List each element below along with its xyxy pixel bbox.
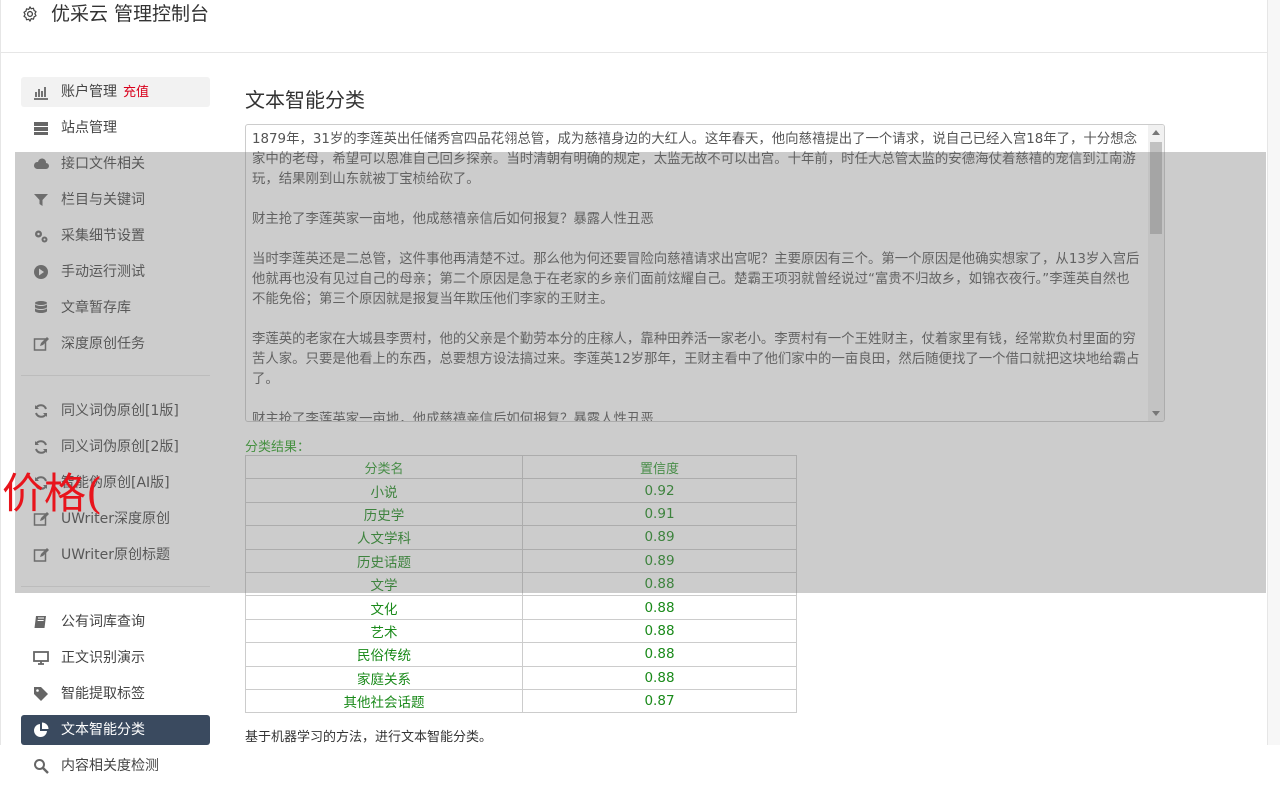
table-row: 民俗传统 0.88 <box>245 642 797 667</box>
confidence-cell: 0.88 <box>522 642 797 667</box>
gray-overlay <box>15 152 1266 593</box>
overlay-red-text: 价格( <box>2 469 103 518</box>
sidebar-item-label: 智能提取标签 <box>61 686 145 702</box>
sidebar-item-label: 内容相关度检测 <box>61 758 159 774</box>
server-icon <box>34 122 48 135</box>
category-cell: 家庭关系 <box>245 665 523 690</box>
sidebar-item-relevance-check[interactable]: 内容相关度检测 <box>21 751 210 781</box>
app-title: 优采云 管理控制台 <box>51 3 210 25</box>
confidence-cell: 0.88 <box>522 595 797 620</box>
top-header: 优采云 管理控制台 <box>0 0 1268 53</box>
sidebar-item-text-classify[interactable]: 文本智能分类 <box>21 715 210 745</box>
sidebar-item-label: 文本智能分类 <box>61 722 145 738</box>
confidence-cell: 0.87 <box>522 688 797 714</box>
category-cell: 其他社会话题 <box>245 688 523 714</box>
category-cell: 艺术 <box>245 618 523 644</box>
table-row: 其他社会话题 0.87 <box>245 688 797 714</box>
sidebar-item-public-lexicon[interactable]: 公有词库查询 <box>21 607 210 637</box>
table-row: 家庭关系 0.88 <box>245 665 797 690</box>
sidebar-item-account[interactable]: 账户管理 充值 <box>21 77 210 107</box>
recharge-link[interactable]: 充值 <box>123 85 149 100</box>
sidebar-item-label: 站点管理 <box>61 120 117 136</box>
scroll-up-arrow-icon[interactable] <box>1152 130 1160 135</box>
category-cell: 文化 <box>245 595 523 620</box>
sidebar-item-sites[interactable]: 站点管理 <box>21 113 210 143</box>
category-cell: 民俗传统 <box>245 642 523 667</box>
search-icon <box>34 759 49 774</box>
table-row: 艺术 0.88 <box>245 618 797 644</box>
sidebar-item-label: 账户管理 <box>61 84 117 100</box>
sidebar-item-body-recognition[interactable]: 正文识别演示 <box>21 643 210 673</box>
sidebar-item-extract-tags[interactable]: 智能提取标签 <box>21 679 210 709</box>
monitor-icon <box>33 651 49 665</box>
gear-icon[interactable] <box>21 5 39 23</box>
book-icon <box>34 616 46 628</box>
sidebar-item-label: 正文识别演示 <box>61 650 145 666</box>
page-scroll-track[interactable] <box>1268 0 1280 745</box>
pie-chart-icon <box>34 722 49 737</box>
tag-icon <box>34 687 48 701</box>
table-row: 文化 0.88 <box>245 595 797 620</box>
bar-chart-icon <box>34 87 48 100</box>
confidence-cell: 0.88 <box>522 618 797 644</box>
confidence-cell: 0.88 <box>522 665 797 690</box>
sidebar-item-label: 公有词库查询 <box>61 614 145 630</box>
description-text: 基于机器学习的方法，进行文本智能分类。 <box>245 730 493 745</box>
page-title: 文本智能分类 <box>245 88 365 112</box>
